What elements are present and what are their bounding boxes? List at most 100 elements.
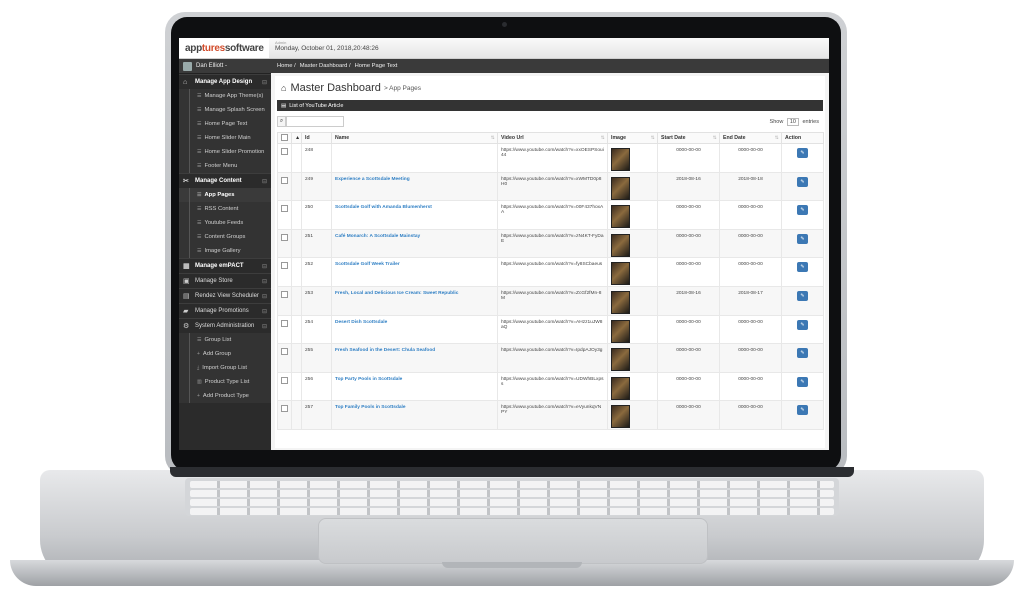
- avatar: [183, 61, 192, 71]
- edit-button[interactable]: ✎: [797, 348, 808, 359]
- cell-action: ✎: [781, 314, 824, 345]
- edit-button[interactable]: ✎: [797, 148, 808, 158]
- cell-id: 254: [301, 314, 332, 345]
- top-bar: appturessoftware Admin Monday, October 0…: [179, 38, 829, 59]
- row-checkbox[interactable]: [277, 171, 292, 202]
- table-icon: ▥: [197, 379, 202, 385]
- panel-header: ▤ List of YouTube Article: [277, 100, 823, 111]
- row-checkbox[interactable]: [277, 314, 292, 345]
- row-checkbox[interactable]: [277, 228, 292, 259]
- page-size-select[interactable]: 10: [786, 118, 799, 126]
- list-icon: ☰: [197, 248, 202, 254]
- cell-name[interactable]: Fresh, Local and Delicious Ice Cream: Sw…: [331, 285, 498, 316]
- cell-name[interactable]: Café Monarch: A Scottsdale Mainstay: [331, 228, 498, 259]
- sidebar-section-store[interactable]: ▣ Manage Store ⊟: [179, 273, 271, 288]
- row-spacer: [291, 171, 302, 202]
- sidebar-section-system-admin[interactable]: ⚙ System Administration ⊟: [179, 318, 271, 333]
- cell-end-date: 0000-00-00: [719, 400, 782, 430]
- edit-button[interactable]: ✎: [797, 405, 808, 416]
- sidebar-item-home-slider-promotion[interactable]: ☰ Home Slider Promotion: [179, 145, 271, 159]
- cell-action: ✎: [781, 228, 824, 259]
- user-menu[interactable]: Dan Elliott -: [179, 59, 271, 74]
- breadcrumb-home[interactable]: Home /: [277, 63, 296, 69]
- cell-image: [607, 285, 658, 316]
- sidebar-item-content-groups[interactable]: ☰ Content Groups: [179, 230, 271, 244]
- cell-name[interactable]: Scottsdale Golf Week Trailer: [331, 257, 498, 287]
- sort-toggle[interactable]: ▲: [291, 132, 302, 144]
- edit-button[interactable]: ✎: [797, 376, 808, 387]
- cell-name[interactable]: [331, 143, 498, 173]
- search-input[interactable]: [286, 116, 344, 127]
- cell-id: 256: [301, 371, 332, 402]
- list-icon: ☰: [197, 163, 202, 169]
- list-icon: ☰: [197, 206, 202, 212]
- row-checkbox[interactable]: [277, 343, 292, 373]
- sidebar-item-home-slider-main[interactable]: ☰ Home Slider Main: [179, 131, 271, 145]
- cell-name[interactable]: Scottsdale Golf with Amanda Blumenherst: [331, 200, 498, 230]
- table-header-row: ▲ Id Name ⇅ Video Url ⇅ Image ⇅ Start Date ⇅…: [277, 132, 824, 144]
- cell-name[interactable]: Desert Dish Scottsdale: [331, 314, 498, 345]
- select-all-checkbox[interactable]: [277, 132, 292, 144]
- list-icon: ☰: [197, 121, 202, 127]
- row-checkbox[interactable]: [277, 257, 292, 287]
- row-checkbox[interactable]: [277, 400, 292, 430]
- cell-end-date: 0000-00-00: [719, 371, 782, 402]
- cell-action: ✎: [781, 143, 824, 173]
- sidebar-item-add-product-type[interactable]: + Add Product Type: [179, 389, 271, 403]
- sidebar-section-scheduler[interactable]: ▤ Rendez View Scheduler ⊟: [179, 288, 271, 303]
- col-action: Action: [781, 132, 824, 144]
- col-name[interactable]: Name ⇅: [331, 132, 498, 144]
- cell-start-date: 0000-00-00: [657, 228, 720, 259]
- sidebar-item-add-group[interactable]: + Add Group: [179, 347, 271, 361]
- key-row: [190, 481, 834, 488]
- sidebar-item-product-type-list[interactable]: ▥ Product Type List: [179, 375, 271, 389]
- cell-name[interactable]: Experience a Scottsdale Meeting: [331, 171, 498, 202]
- col-end-date[interactable]: End Date ⇅: [719, 132, 782, 144]
- sidebar-item-app-themes[interactable]: ☰ Manage App Theme(s): [179, 89, 271, 103]
- sidebar-item-splash-screen[interactable]: ☰ Manage Splash Screen: [179, 103, 271, 117]
- sidebar-item-youtube-feeds[interactable]: ☰ Youtube Feeds: [179, 216, 271, 230]
- edit-button[interactable]: ✎: [797, 319, 808, 330]
- col-id[interactable]: Id: [301, 132, 332, 144]
- edit-button[interactable]: ✎: [797, 233, 808, 244]
- col-video-url[interactable]: Video Url ⇅: [497, 132, 608, 144]
- sidebar-item-home-page-text[interactable]: ☰ Home Page Text: [179, 117, 271, 131]
- cell-name[interactable]: Fresh Seafood in the Desert: Chula Seafo…: [331, 343, 498, 373]
- col-start-date[interactable]: Start Date ⇅: [657, 132, 720, 144]
- sidebar-item-group-list[interactable]: ☰ Group List: [179, 333, 271, 347]
- col-image[interactable]: Image ⇅: [607, 132, 658, 144]
- sidebar-section-promotions[interactable]: ▰ Manage Promotions ⊟: [179, 303, 271, 318]
- sidebar-item-footer-menu[interactable]: ☰ Footer Menu: [179, 159, 271, 173]
- table-row: 250 Scottsdale Golf with Amanda Blumenher…: [277, 200, 824, 230]
- edit-button[interactable]: ✎: [797, 262, 808, 273]
- edit-button[interactable]: ✎: [797, 290, 808, 301]
- sidebar-item-import-group-list[interactable]: ⤓ Import Group List: [179, 361, 271, 375]
- cell-name[interactable]: Top Party Pools in Scottsdale: [331, 371, 498, 402]
- sidebar-item-rss-content[interactable]: ☰ RSS Content: [179, 202, 271, 216]
- camera-icon: [502, 22, 507, 27]
- sidebar-section-content[interactable]: ✂ Manage Content ⊟: [179, 173, 271, 188]
- edit-button[interactable]: ✎: [797, 205, 808, 216]
- edit-button[interactable]: ✎: [797, 176, 808, 187]
- row-checkbox[interactable]: [277, 371, 292, 402]
- logo[interactable]: appturessoftware: [179, 38, 269, 58]
- cell-name[interactable]: Top Family Pools in Scottsdale: [331, 400, 498, 430]
- breadcrumb-dashboard[interactable]: Master Dashboard /: [300, 63, 351, 69]
- gears-icon: ⚙: [183, 323, 190, 330]
- row-checkbox[interactable]: [277, 143, 292, 173]
- sidebar-item-app-pages[interactable]: ☰ App Pages: [179, 188, 271, 202]
- scissors-icon: ✂: [183, 178, 189, 185]
- row-checkbox[interactable]: [277, 200, 292, 230]
- key-row: [190, 490, 834, 497]
- video-thumbnail: [611, 176, 630, 200]
- row-spacer: [291, 143, 302, 173]
- cell-start-date: 0000-00-00: [657, 257, 720, 287]
- sidebar-item-image-gallery[interactable]: ☰ Image Gallery: [179, 244, 271, 258]
- collapse-icon: ⊟: [261, 308, 267, 315]
- laptop-notch: [442, 562, 582, 568]
- cell-action: ✎: [781, 171, 824, 202]
- sidebar-section-app-design[interactable]: ⌂ Manage App Design ⊟: [179, 74, 271, 89]
- row-checkbox[interactable]: [277, 285, 292, 316]
- sidebar-section-empact[interactable]: ▦ Manage emPACT ⊟: [179, 258, 271, 273]
- cell-action: ✎: [781, 200, 824, 230]
